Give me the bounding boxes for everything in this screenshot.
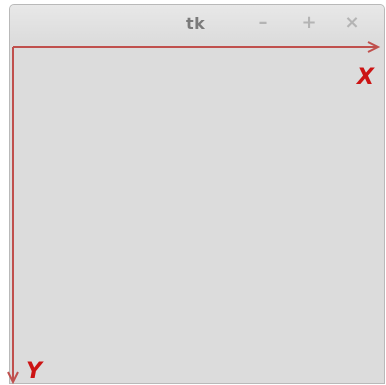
tk-window: tk – + × xyxy=(9,4,385,384)
maximize-button[interactable]: + xyxy=(297,11,321,35)
title-bar[interactable]: tk – + × xyxy=(10,5,384,42)
window-title: tk xyxy=(186,14,206,33)
minimize-button[interactable]: – xyxy=(251,11,275,35)
close-button[interactable]: × xyxy=(340,11,364,35)
drawing-canvas[interactable] xyxy=(10,42,384,383)
